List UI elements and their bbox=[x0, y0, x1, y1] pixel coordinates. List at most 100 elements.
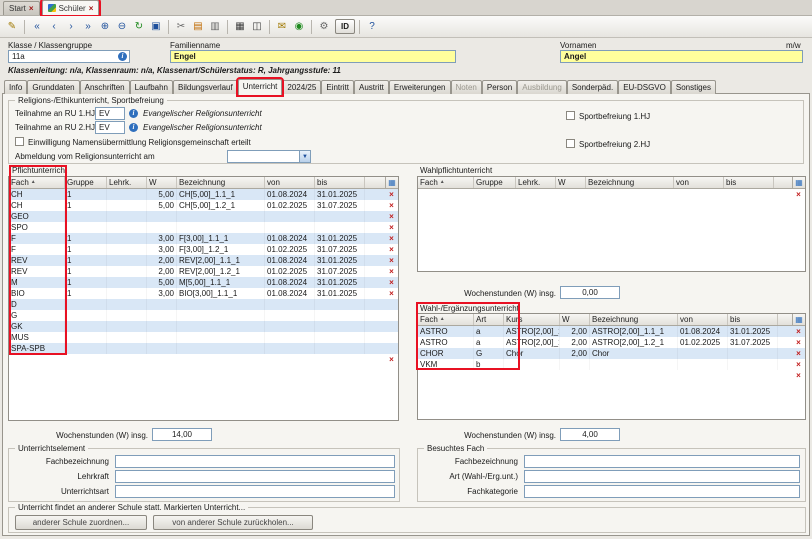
nav-tab[interactable]: Noten bbox=[451, 80, 482, 94]
column-header-fach[interactable]: Fach▲ bbox=[9, 177, 65, 188]
column-header-lehrk[interactable]: Lehrk. bbox=[107, 177, 147, 188]
sportbefreiung-2hj-checkbox[interactable] bbox=[566, 139, 575, 148]
delete-row-icon[interactable]: × bbox=[385, 288, 398, 299]
klasse-input[interactable]: 11a bbox=[8, 50, 130, 63]
column-header-bis[interactable]: bis bbox=[728, 314, 778, 325]
nav-tab[interactable]: Austritt bbox=[354, 80, 389, 94]
table-row[interactable]: BIO 1 3,00 BIO[3,00]_1.1_1 01.08.2024 31… bbox=[9, 288, 398, 299]
id-button[interactable]: ID bbox=[335, 19, 355, 34]
delete-row-icon[interactable]: × bbox=[792, 337, 805, 348]
delete-row-icon[interactable]: × bbox=[385, 189, 398, 200]
table-row[interactable]: SPA-SPB × bbox=[9, 343, 398, 354]
nav-prev-icon[interactable]: ‹ bbox=[46, 19, 62, 35]
table-row[interactable]: CHOR G Chor 2,00 Chor × bbox=[418, 348, 805, 359]
table-row[interactable]: ASTRO a ASTRO[2,00]_1.1_1 2,00 ASTRO[2,0… bbox=[418, 326, 805, 337]
email-icon[interactable]: ✉ bbox=[274, 19, 290, 35]
column-header-von[interactable]: von bbox=[265, 177, 315, 188]
copy-icon[interactable]: ▤ bbox=[190, 19, 206, 35]
nav-tab[interactable]: Eintritt bbox=[321, 80, 354, 94]
ru1-input[interactable]: EV bbox=[95, 107, 125, 120]
table-row[interactable]: G × bbox=[9, 310, 398, 321]
nav-tab[interactable]: Person bbox=[482, 80, 517, 94]
table-row[interactable]: F 1 3,00 F[3,00]_1.2_1 01.02.2025 31.07.… bbox=[9, 244, 398, 255]
delete-row-icon[interactable]: × bbox=[792, 348, 805, 359]
save-icon[interactable]: ▣ bbox=[148, 19, 164, 35]
info-icon[interactable]: i bbox=[129, 123, 138, 132]
nav-tab[interactable]: Sonstiges bbox=[671, 80, 716, 94]
fachbezeichnung-input[interactable] bbox=[524, 455, 800, 468]
delete-row-icon[interactable]: × bbox=[385, 354, 398, 365]
delete-row-icon[interactable]: × bbox=[385, 200, 398, 211]
delete-row-icon[interactable]: × bbox=[385, 222, 398, 233]
settings-icon[interactable]: ⚙ bbox=[316, 19, 332, 35]
table-row[interactable]: M 1 5,00 M[5,00]_1.1_1 01.08.2024 31.01.… bbox=[9, 277, 398, 288]
column-header-fach[interactable]: Fach▲ bbox=[418, 314, 474, 325]
close-icon[interactable]: × bbox=[89, 4, 94, 13]
column-header-gruppe[interactable]: Gruppe bbox=[474, 177, 516, 188]
delete-row-icon[interactable]: × bbox=[792, 370, 805, 381]
column-header-w[interactable]: W bbox=[147, 177, 177, 188]
table-row[interactable]: GK × bbox=[9, 321, 398, 332]
delete-row-icon[interactable]: × bbox=[792, 359, 805, 370]
delete-row-icon[interactable]: × bbox=[385, 255, 398, 266]
column-header-fach[interactable]: Fach▲ bbox=[418, 177, 474, 188]
column-header-von[interactable]: von bbox=[674, 177, 724, 188]
grid-options-icon[interactable]: ▦ bbox=[792, 177, 805, 188]
column-header-lehrk[interactable]: Lehrk. bbox=[516, 177, 556, 188]
column-header-kurs[interactable]: Kurs bbox=[504, 314, 560, 325]
von-anderer-schule-zurueckholen-button[interactable]: von anderer Schule zurückholen... bbox=[153, 515, 313, 530]
tab-start[interactable]: Start × bbox=[3, 1, 40, 15]
delete-row-icon[interactable]: × bbox=[792, 189, 805, 200]
fachkategorie-input[interactable] bbox=[524, 485, 800, 498]
tab-schueler[interactable]: Schüler × bbox=[42, 0, 100, 15]
delete-row-icon[interactable]: × bbox=[385, 211, 398, 222]
print-icon[interactable]: ▦ bbox=[232, 19, 248, 35]
table-row[interactable]: GEO × bbox=[9, 211, 398, 222]
table-row[interactable]: VKM b × bbox=[418, 359, 805, 370]
unterrichtsart-input[interactable] bbox=[115, 485, 395, 498]
table-row[interactable]: D × bbox=[9, 299, 398, 310]
close-icon[interactable]: × bbox=[29, 4, 34, 13]
info-icon[interactable]: i bbox=[118, 52, 127, 61]
table-row[interactable]: MUS × bbox=[9, 332, 398, 343]
column-header-gruppe[interactable]: Gruppe bbox=[65, 177, 107, 188]
grid-options-icon[interactable]: ▦ bbox=[792, 314, 805, 325]
table-row[interactable]: ASTRO a ASTRO[2,00]_1.2_1 2,00 ASTRO[2,0… bbox=[418, 337, 805, 348]
help-icon[interactable]: ? bbox=[364, 19, 380, 35]
column-header-von[interactable]: von bbox=[678, 314, 728, 325]
nav-tab[interactable]: Info bbox=[4, 80, 27, 94]
nav-tab[interactable]: EU-DSGVO bbox=[618, 80, 671, 94]
info-icon[interactable]: i bbox=[129, 109, 138, 118]
delete-row-icon[interactable]: × bbox=[385, 266, 398, 277]
anderer-schule-zuordnen-button[interactable]: anderer Schule zuordnen... bbox=[15, 515, 147, 530]
consent-checkbox[interactable] bbox=[15, 137, 24, 146]
add-record-icon[interactable]: ⊕ bbox=[97, 19, 113, 35]
nav-tab[interactable]: Ausbildung bbox=[517, 80, 567, 94]
table-row[interactable]: SPO × bbox=[9, 222, 398, 233]
globe-icon[interactable]: ◉ bbox=[291, 19, 307, 35]
nav-first-icon[interactable]: « bbox=[29, 19, 45, 35]
nav-last-icon[interactable]: » bbox=[80, 19, 96, 35]
column-header-w[interactable]: W bbox=[560, 314, 590, 325]
edit-icon[interactable]: ✎ bbox=[4, 19, 20, 35]
nav-tab[interactable]: Grunddaten bbox=[27, 80, 79, 94]
table-row[interactable]: F 1 3,00 F[3,00]_1.1_1 01.08.2024 31.01.… bbox=[9, 233, 398, 244]
art-wahl-erg-input[interactable] bbox=[524, 470, 800, 483]
table-row[interactable]: CH 1 5,00 CH[5,00]_1.2_1 01.02.2025 31.0… bbox=[9, 200, 398, 211]
lehrkraft-input[interactable] bbox=[115, 470, 395, 483]
column-header-w[interactable]: W bbox=[556, 177, 586, 188]
ru2-input[interactable]: EV bbox=[95, 121, 125, 134]
table-row[interactable]: REV 1 2,00 REV[2,00]_1.2_1 01.02.2025 31… bbox=[9, 266, 398, 277]
dropdown-icon[interactable]: ▼ bbox=[299, 150, 311, 163]
paste-icon[interactable]: ▥ bbox=[207, 19, 223, 35]
nav-tab[interactable]: Anschriften bbox=[80, 80, 130, 94]
column-header-bis[interactable]: bis bbox=[315, 177, 365, 188]
nav-tab[interactable]: Sonderpäd. bbox=[567, 80, 618, 94]
delete-row-icon[interactable]: × bbox=[385, 233, 398, 244]
nav-tab[interactable]: Erweiterungen bbox=[389, 80, 451, 94]
nav-tab[interactable]: 2024/25 bbox=[282, 80, 321, 94]
column-header-art[interactable]: Art bbox=[474, 314, 504, 325]
delete-row-icon[interactable]: × bbox=[385, 277, 398, 288]
column-header-bis[interactable]: bis bbox=[724, 177, 774, 188]
column-header-bezeichnung[interactable]: Bezeichnung bbox=[590, 314, 678, 325]
